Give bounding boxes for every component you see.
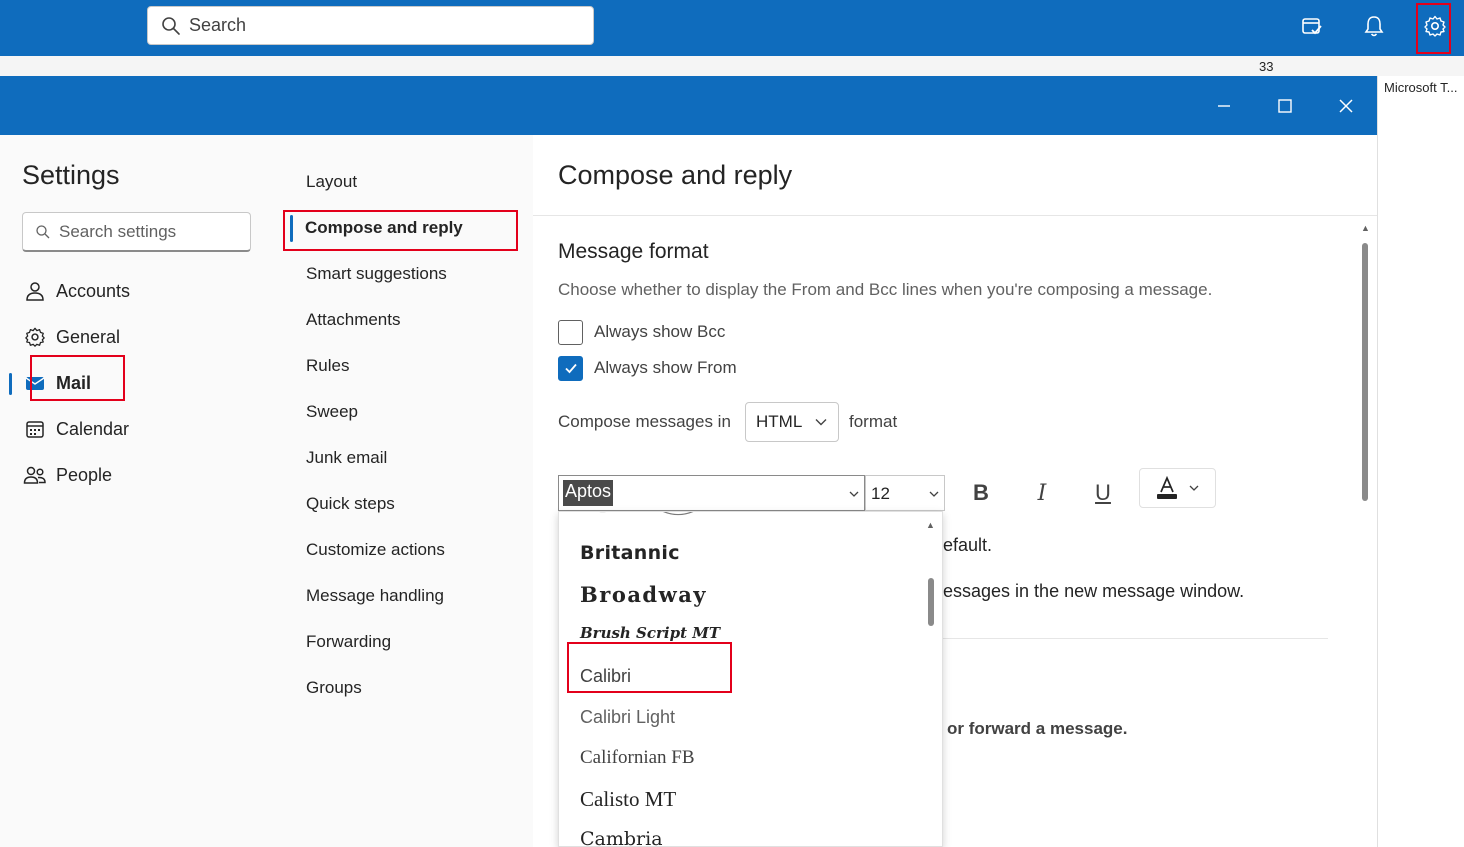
always-show-from-checkbox[interactable] [558,355,583,381]
font-color-button[interactable] [1139,468,1216,508]
nav-item-general[interactable]: General [22,322,120,352]
font-item-californian-fb[interactable]: Californian FB [580,747,695,769]
section-title: Message format [558,240,709,263]
format-label: format [849,412,898,431]
nav-item-label: General [56,326,121,347]
subnav-sweep[interactable]: Sweep [306,402,358,422]
search-box[interactable]: Search [147,6,594,45]
maximize-icon [1278,99,1292,113]
search-placeholder: Search [189,15,247,35]
compose-format-value: HTML [756,412,803,431]
gear-icon [22,324,48,350]
subnav-message-handling[interactable]: Message handling [306,586,444,606]
section-description: Choose whether to display the From and B… [558,280,1213,299]
checkbox-row-from[interactable]: Always show From [558,355,737,381]
background-panel-text: Microsoft T... [1384,80,1458,95]
font-color-icon [1156,476,1177,499]
minimize-icon [1218,105,1230,107]
font-item-calisto-mt[interactable]: Calisto MT [580,787,676,812]
close-button[interactable] [1330,90,1362,122]
font-item-calibri[interactable]: Calibri [580,666,631,687]
nav-item-label: Calendar [56,418,130,439]
maximize-button[interactable] [1269,90,1301,122]
subnav-layout[interactable]: Layout [306,172,357,192]
subnav-compose-and-reply[interactable]: Compose and reply [305,218,463,238]
header-divider [533,215,1377,216]
person-icon [22,278,48,304]
font-item-cambria[interactable]: Cambria [580,828,663,846]
nav-item-accounts[interactable]: Accounts [22,276,130,306]
bell-icon[interactable] [1358,10,1390,42]
scroll-up-arrow-icon[interactable]: ▲ [1361,223,1370,233]
task-icon[interactable] [1296,10,1328,42]
subnav-smart-suggestions[interactable]: Smart suggestions [306,264,447,284]
nav-item-label: People [56,464,113,485]
nav-item-label: Accounts [56,280,131,301]
font-item-calibri-light[interactable]: Calibri Light [580,707,675,728]
dialog-header [0,76,1377,135]
background-strip [0,56,1464,76]
chevron-down-icon [815,419,827,426]
subnav-groups[interactable]: Groups [306,678,362,698]
checkbox-label: Always show From [594,358,737,377]
nav-item-calendar[interactable]: Calendar [22,414,129,444]
subnav-customize-actions[interactable]: Customize actions [306,540,445,560]
clipped-font-preview [599,512,694,516]
search-icon [162,16,180,35]
search-icon [36,224,50,238]
nav-selected-indicator [9,373,12,395]
always-show-bcc-checkbox[interactable] [558,319,583,345]
mail-subnav-column [278,135,533,847]
font-family-dropdown[interactable]: Aptos [558,475,865,511]
settings-search-input[interactable]: Search settings [22,212,251,252]
font-item-clipped [580,512,740,518]
nav-item-people[interactable]: People [22,460,112,490]
font-item-brush-script[interactable]: Brush Script MT [580,624,720,642]
settings-search-placeholder: Search settings [59,221,177,241]
checkmark-icon [564,363,577,374]
chevron-down-icon [849,491,859,497]
italic-button[interactable]: I [1024,476,1060,510]
page-title: Compose and reply [558,160,793,190]
section-divider [940,638,1328,639]
settings-title: Settings [22,160,120,190]
font-item-britannic[interactable]: Britannic [580,542,680,564]
font-list-scrollbar[interactable] [928,578,934,626]
nav-item-mail[interactable]: Mail [22,368,91,398]
background-panel: Microsoft T... [1377,76,1464,847]
people-icon [22,462,48,488]
partial-text-forward: or forward a message. [947,719,1128,738]
font-size-dropdown[interactable]: 12 [865,475,945,511]
underline-button[interactable]: U [1085,476,1121,510]
checkbox-row-bcc[interactable]: Always show Bcc [558,319,725,345]
subnav-forwarding[interactable]: Forwarding [306,632,391,652]
font-family-list[interactable]: Britannic Broadway Brush Script MT Calib… [558,511,943,847]
compose-format-dropdown[interactable]: HTML [745,402,839,442]
calendar-icon [22,416,48,442]
content-scrollbar[interactable] [1362,243,1368,501]
app-header: Search [0,0,1464,56]
subnav-selected-indicator [290,215,293,242]
list-scroll-up-arrow-icon[interactable]: ▲ [926,520,935,530]
partial-text-new-window: essages in the new message window. [943,581,1245,601]
font-item-broadway[interactable]: Broadway [580,582,707,607]
chevron-down-icon [1189,485,1198,491]
subnav-junk-email[interactable]: Junk email [306,448,387,468]
subnav-rules[interactable]: Rules [306,356,349,376]
checkbox-label: Always show Bcc [594,322,726,341]
compose-messages-label: Compose messages in [558,412,731,431]
gear-icon[interactable] [1419,10,1451,42]
minimize-button[interactable] [1208,90,1240,122]
close-icon [1339,99,1353,113]
subnav-attachments[interactable]: Attachments [306,310,401,330]
mail-icon [22,370,48,396]
partial-text-default: efault. [943,535,993,555]
chevron-down-icon [929,491,939,497]
bold-button[interactable]: B [963,476,999,510]
nav-item-label: Mail [56,372,92,393]
unread-count: 33 [1259,59,1274,74]
font-family-value: Aptos [563,480,614,506]
font-size-value: 12 [871,484,890,503]
subnav-quick-steps[interactable]: Quick steps [306,494,395,514]
